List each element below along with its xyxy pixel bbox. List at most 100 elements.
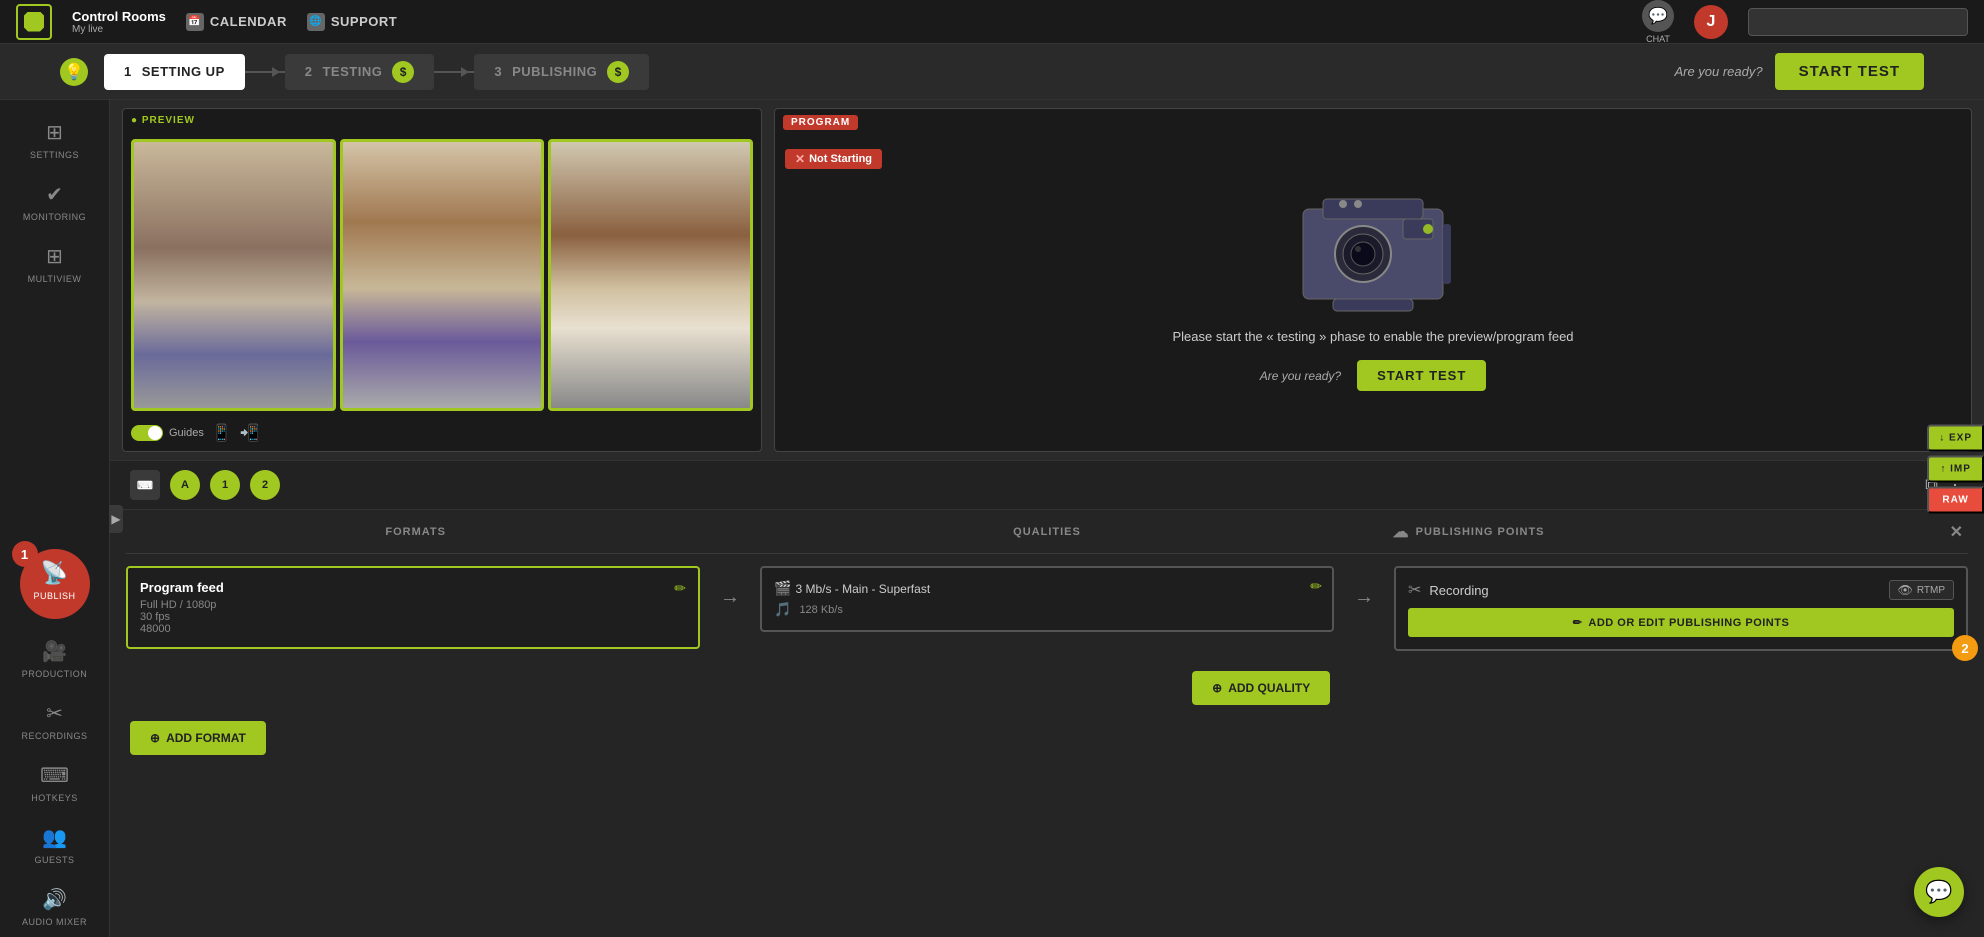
recording-label: Recording <box>1429 583 1488 598</box>
format-card: ✏ Program feed Full HD / 1080p 30 fps 48… <box>126 566 700 649</box>
audio-quality-icon: 🎵 <box>774 601 791 618</box>
sidebar-item-multiview[interactable]: ⊞ MULTIVIEW <box>0 232 109 294</box>
hotkeys-label: HOTKEYS <box>31 793 78 803</box>
step-1-num: 1 <box>124 64 132 79</box>
monitoring-icon: ✔ <box>41 180 69 208</box>
top-navigation: Control Rooms My live 📅 CALENDAR 🌐 SUPPO… <box>0 0 1984 44</box>
guides-toggle[interactable]: Guides <box>131 425 204 441</box>
camera-thumb-1[interactable] <box>131 139 336 411</box>
add-quality-label: ADD QUALITY <box>1228 681 1310 695</box>
hint-icon: 💡 <box>60 58 88 86</box>
quality-edit-icon[interactable]: ✏ <box>1310 578 1322 595</box>
not-starting-text: Not Starting <box>809 153 872 165</box>
recordings-icon: ✂ <box>41 699 69 727</box>
chat-icon: 💬 <box>1642 0 1674 32</box>
eye-icon: 👁 <box>1898 583 1913 597</box>
add-publishing-button[interactable]: ✏ ADD OR EDIT PUBLISHING POINTS <box>1408 608 1954 637</box>
step-1-label: SETTING UP <box>142 64 225 79</box>
inner-start-test-button[interactable]: START Test <box>1357 360 1486 391</box>
add-format-row: ⊕ ADD FORMAT <box>126 721 1968 755</box>
user-avatar[interactable]: J <box>1694 5 1728 39</box>
mobile-icon[interactable]: 📲 <box>240 423 260 443</box>
chat-bubble-fixed[interactable]: 💬 <box>1914 867 1964 917</box>
toolbar-2-btn[interactable]: 2 <box>250 470 280 500</box>
publishing-points-header: ☁ PUBLISHING POINTS ✕ <box>1393 522 1964 542</box>
preview-label: ● PREVIEW <box>131 115 195 126</box>
nav-brand: Control Rooms My live <box>72 9 166 35</box>
publish-label: PUBLISH <box>33 591 75 601</box>
sidebar-chevron[interactable]: ▶ <box>109 505 123 533</box>
sidebar-item-publish[interactable]: 1 📡 PUBLISH <box>20 549 90 619</box>
recordings-label: RECORDINGS <box>21 731 87 741</box>
multiview-icon: ⊞ <box>41 242 69 270</box>
format-edit-icon[interactable]: ✏ <box>674 580 686 597</box>
step-arrow-2 <box>434 71 474 73</box>
nav-support[interactable]: 🌐 SUPPORT <box>307 13 397 31</box>
toolbar-keyboard-btn[interactable]: ⌨ <box>130 470 160 500</box>
camera-thumb-3[interactable] <box>548 139 753 411</box>
start-test-button[interactable]: START TEST <box>1775 53 1924 90</box>
publish-row: ✏ Program feed Full HD / 1080p 30 fps 48… <box>126 566 1968 651</box>
camera-thumb-2[interactable] <box>340 139 545 411</box>
rtmp-badge[interactable]: 👁 RTMP <box>1889 580 1954 600</box>
step-3-publishing[interactable]: 3 PUBLISHING $ <box>474 54 649 90</box>
toolbar-a-btn[interactable]: A <box>170 470 200 500</box>
toolbar-row: ⌨ A 1 2 ⧉ ⋮ <box>110 460 1984 510</box>
chat-button[interactable]: 💬 CHAT <box>1642 0 1674 44</box>
annotation-badge-2: 2 <box>1952 635 1978 661</box>
sidebar-item-monitoring[interactable]: ✔ MONITORING <box>0 170 109 232</box>
program-message: Please start the « testing » phase to en… <box>1172 329 1573 344</box>
sidebar-item-hotkeys[interactable]: ⌨ HOTKEYS <box>0 751 109 813</box>
quality-video-row: 🎬 3 Mb/s - Main - Superfast <box>774 580 1320 597</box>
step-2-testing[interactable]: 2 TESTING $ <box>285 54 435 90</box>
not-starting-x[interactable]: ✕ <box>795 152 805 166</box>
exp-button[interactable]: ↓ EXP <box>1927 424 1984 451</box>
publish-badge-1: 1 <box>12 541 38 567</box>
not-starting-badge: ✕ Not Starting <box>785 149 882 169</box>
main-layout: ⊞ SETTINGS ✔ MONITORING ⊞ MULTIVIEW ▶ 1 … <box>0 100 1984 937</box>
ready-label: Are you ready? <box>1674 64 1762 79</box>
sidebar-item-audio-mixer[interactable]: 🔊 AUDIO MIXER <box>0 875 109 937</box>
scissors-icon: ✂ <box>1408 580 1421 600</box>
format-sub2: 30 fps <box>140 611 686 623</box>
chat-label: CHAT <box>1646 34 1670 44</box>
add-quality-button[interactable]: ⊕ ADD QUALITY <box>1192 671 1330 705</box>
cloud-icon: ☁ <box>1393 522 1410 542</box>
guides-switch[interactable] <box>131 425 163 441</box>
formats-header: FORMATS <box>130 526 701 538</box>
edit-pencil-icon: ✏ <box>1573 616 1583 629</box>
nav-calendar[interactable]: 📅 CALENDAR <box>186 13 287 31</box>
program-panel: PROGRAM ✕ Not Starting <box>774 108 1972 452</box>
step-3-num: 3 <box>494 64 502 79</box>
sidebar-item-recordings[interactable]: ✂ RECORDINGS <box>0 689 109 751</box>
recording-column: 2 ✂ Recording 👁 RTMP <box>1394 566 1968 651</box>
tablet-icon[interactable]: 📱 <box>212 423 232 443</box>
left-sidebar: ⊞ SETTINGS ✔ MONITORING ⊞ MULTIVIEW ▶ 1 … <box>0 100 110 937</box>
sidebar-item-settings[interactable]: ⊞ SETTINGS <box>0 108 109 170</box>
step-2-label: TESTING <box>322 64 382 79</box>
step-1-setting-up[interactable]: 1 SETTING UP <box>104 54 245 90</box>
raw-button[interactable]: RAW <box>1927 486 1984 513</box>
sidebar-item-production[interactable]: 🎥 PRODUCTION <box>0 627 109 689</box>
sidebar-item-guests[interactable]: 👥 GUESTS <box>0 813 109 875</box>
add-quality-plus-icon: ⊕ <box>1212 681 1222 695</box>
nav-support-label: SUPPORT <box>331 14 397 29</box>
program-label: PROGRAM <box>783 115 858 130</box>
camera-3d-illustration <box>1273 169 1473 329</box>
imp-button[interactable]: ↑ IMP <box>1927 455 1984 482</box>
hotkeys-icon: ⌨ <box>41 761 69 789</box>
settings-label: SETTINGS <box>30 150 79 160</box>
close-publish-x[interactable]: ✕ <box>1950 522 1964 542</box>
toolbar-1-btn[interactable]: 1 <box>210 470 240 500</box>
logo-icon <box>24 12 44 32</box>
add-format-button[interactable]: ⊕ ADD FORMAT <box>130 721 266 755</box>
audio-mixer-label: AUDIO MIXER <box>22 917 87 927</box>
preview-cameras <box>123 109 761 451</box>
calendar-icon: 📅 <box>186 13 204 31</box>
step-3-coin: $ <box>607 61 629 83</box>
production-label: PRODUCTION <box>22 669 88 679</box>
add-format-plus-icon: ⊕ <box>150 731 160 745</box>
logo-box[interactable] <box>16 4 52 40</box>
settings-icon: ⊞ <box>41 118 69 146</box>
quality-card: ✏ 🎬 3 Mb/s - Main - Superfast 🎵 128 Kb/s <box>760 566 1334 632</box>
